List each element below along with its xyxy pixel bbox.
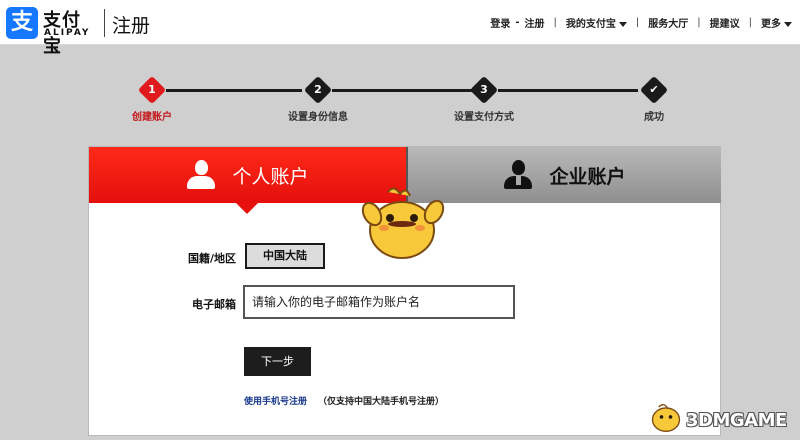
watermark-text: 3DMGAME bbox=[686, 410, 787, 431]
page-title: 注册 bbox=[112, 15, 151, 37]
step-1-number: 1 bbox=[148, 83, 156, 96]
checkmark-icon: ✔ bbox=[649, 83, 659, 96]
service-hall-link[interactable]: 服务大厅 bbox=[648, 15, 688, 30]
watermark: 3DMGAME bbox=[644, 396, 794, 436]
active-tab-pointer bbox=[236, 203, 258, 214]
region-label: 国籍/地区 bbox=[187, 252, 236, 265]
step-3-label: 设置支付方式 bbox=[454, 112, 514, 123]
step-connector bbox=[332, 89, 472, 92]
tab-enterprise-account[interactable]: 企业账户 bbox=[406, 147, 721, 203]
step-3-number: 3 bbox=[480, 83, 488, 96]
step-1-label: 创建账户 bbox=[132, 112, 172, 123]
user-icon bbox=[186, 160, 216, 190]
step-2-label: 设置身份信息 bbox=[288, 112, 348, 123]
business-user-icon bbox=[503, 160, 533, 190]
logo-divider bbox=[104, 9, 105, 37]
chevron-down-icon bbox=[784, 21, 792, 27]
top-nav: 登录 - 注册 | 我的支付宝 | 服务大厅 | 提建议 | 更多 bbox=[490, 15, 792, 30]
phone-register-link[interactable]: 使用手机号注册 bbox=[244, 394, 307, 407]
alipay-logo-icon: 支 bbox=[6, 7, 38, 39]
suggestion-link[interactable]: 提建议 bbox=[710, 15, 740, 30]
email-field[interactable] bbox=[243, 285, 515, 319]
nav-separator: | bbox=[635, 17, 640, 28]
nav-separator: | bbox=[553, 17, 557, 28]
email-label: 电子邮箱 bbox=[192, 298, 236, 311]
alipay-logo[interactable]: 支 支付宝 ALIPAY bbox=[6, 7, 98, 57]
step-1-marker: 1 bbox=[137, 75, 167, 105]
region-select[interactable]: 中国大陆 bbox=[245, 243, 325, 269]
top-header: 支 支付宝 ALIPAY 注册 登录 - 注册 | 我的支付宝 | 服务大厅 |… bbox=[0, 0, 800, 57]
nav-separator: | bbox=[748, 17, 752, 28]
step-4-label: 成功 bbox=[644, 112, 664, 123]
phone-register-note: （仅支持中国大陆手机号注册） bbox=[318, 397, 445, 407]
step-connector bbox=[498, 89, 638, 92]
nav-dash: - bbox=[515, 17, 520, 28]
step-3-marker: 3 bbox=[469, 75, 499, 105]
next-step-button[interactable]: 下一步 bbox=[244, 347, 311, 376]
step-4-marker: ✔ bbox=[639, 75, 669, 105]
register-link[interactable]: 注册 bbox=[525, 15, 545, 30]
more-menu[interactable]: 更多 bbox=[761, 15, 792, 30]
step-2-number: 2 bbox=[314, 83, 322, 96]
step-connector bbox=[166, 89, 302, 92]
tab-personal-label: 个人账户 bbox=[232, 165, 309, 188]
step-2-marker: 2 bbox=[303, 75, 333, 105]
my-alipay-label: 我的支付宝 bbox=[565, 19, 616, 30]
my-alipay-menu[interactable]: 我的支付宝 bbox=[566, 15, 627, 30]
mascot-sticker bbox=[361, 187, 445, 259]
chevron-down-icon bbox=[618, 21, 627, 27]
login-link[interactable]: 登录 bbox=[490, 15, 510, 30]
watermark-mascot-icon bbox=[651, 404, 681, 432]
nav-separator: | bbox=[697, 17, 701, 28]
logo-english-name: ALIPAY bbox=[44, 28, 91, 38]
tab-enterprise-label: 企业账户 bbox=[549, 165, 626, 188]
more-label: 更多 bbox=[761, 19, 781, 30]
